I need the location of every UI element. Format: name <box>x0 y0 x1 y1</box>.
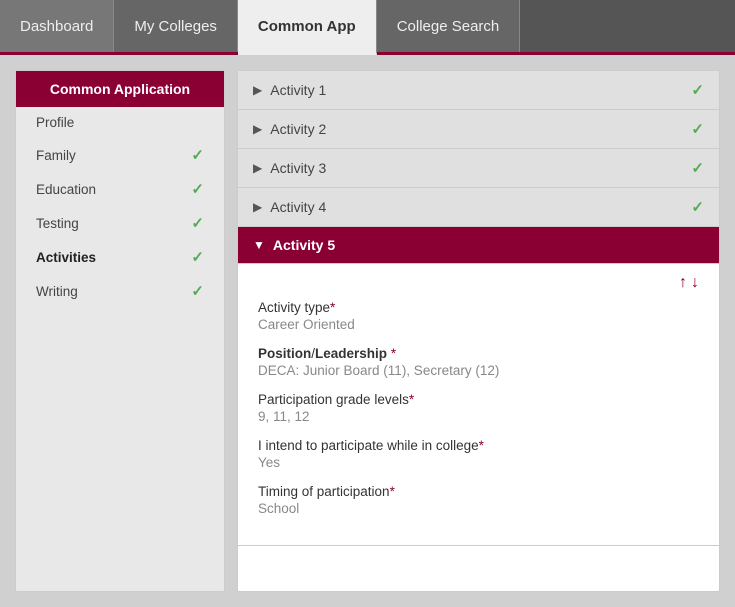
move-down-icon[interactable]: ↓ <box>691 274 699 292</box>
activity-2-check: ✓ <box>691 120 704 138</box>
education-check: ✓ <box>191 180 204 198</box>
writing-check: ✓ <box>191 282 204 300</box>
sidebar: Common Application Profile Family ✓ Educ… <box>15 70 225 592</box>
sidebar-item-activities[interactable]: Activities ✓ <box>16 240 224 274</box>
activity-type-value: Career Oriented <box>258 317 699 332</box>
sidebar-item-family[interactable]: Family ✓ <box>16 138 224 172</box>
arrow-icon-3: ▶ <box>253 161 262 175</box>
top-navigation: Dashboard My Colleges Common App College… <box>0 0 735 55</box>
field-position-leadership: Position/Leadership * DECA: Junior Board… <box>258 346 699 378</box>
tab-college-search[interactable]: College Search <box>377 0 521 52</box>
arrow-icon-4: ▶ <box>253 200 262 214</box>
arrow-icon-1: ▶ <box>253 83 262 97</box>
activity-row-3[interactable]: ▶ Activity 3 ✓ <box>238 149 719 188</box>
sidebar-item-profile[interactable]: Profile <box>16 107 224 138</box>
field-activity-type: Activity type* Career Oriented <box>258 300 699 332</box>
activities-check: ✓ <box>191 248 204 266</box>
activity-1-check: ✓ <box>691 81 704 99</box>
main-content: Common Application Profile Family ✓ Educ… <box>0 55 735 607</box>
sidebar-item-testing[interactable]: Testing ✓ <box>16 206 224 240</box>
activity-row-4[interactable]: ▶ Activity 4 ✓ <box>238 188 719 227</box>
sidebar-item-education[interactable]: Education ✓ <box>16 172 224 206</box>
family-check: ✓ <box>191 146 204 164</box>
tab-dashboard[interactable]: Dashboard <box>0 0 114 52</box>
activity-row-2[interactable]: ▶ Activity 2 ✓ <box>238 110 719 149</box>
field-timing: Timing of participation* School <box>258 484 699 516</box>
activity-row-1[interactable]: ▶ Activity 1 ✓ <box>238 71 719 110</box>
position-value: DECA: Junior Board (11), Secretary (12) <box>258 363 699 378</box>
activity-row-5[interactable]: ▼ Activity 5 <box>238 227 719 264</box>
tab-common-app[interactable]: Common App <box>238 0 377 55</box>
sidebar-header: Common Application <box>16 71 224 107</box>
reorder-arrows: ↑ ↓ <box>258 274 699 292</box>
activity-3-check: ✓ <box>691 159 704 177</box>
arrow-icon-2: ▶ <box>253 122 262 136</box>
grades-value: 9, 11, 12 <box>258 409 699 424</box>
timing-value: School <box>258 501 699 516</box>
testing-check: ✓ <box>191 214 204 232</box>
activity-5-detail: ↑ ↓ Activity type* Career Oriented Posit… <box>238 264 719 546</box>
sidebar-item-writing[interactable]: Writing ✓ <box>16 274 224 308</box>
activities-panel: ▶ Activity 1 ✓ ▶ Activity 2 ✓ ▶ Activity… <box>237 70 720 592</box>
arrow-icon-5: ▼ <box>253 238 265 252</box>
intend-college-value: Yes <box>258 455 699 470</box>
field-intend-college: I intend to participate while in college… <box>258 438 699 470</box>
field-participation-grades: Participation grade levels* 9, 11, 12 <box>258 392 699 424</box>
tab-my-colleges[interactable]: My Colleges <box>114 0 238 52</box>
activity-4-check: ✓ <box>691 198 704 216</box>
move-up-icon[interactable]: ↑ <box>679 274 687 292</box>
